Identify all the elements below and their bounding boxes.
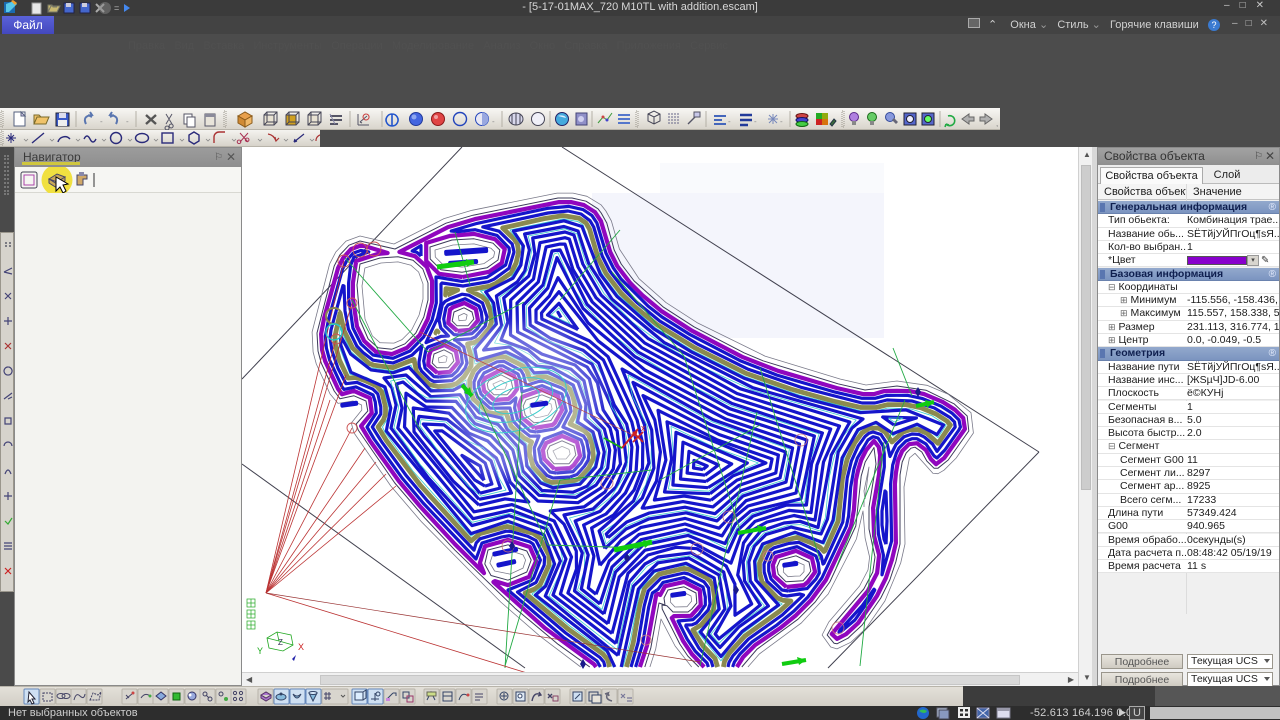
svg-text:-: - bbox=[126, 117, 129, 126]
svg-text:Y: Y bbox=[257, 646, 263, 656]
svg-text:-: - bbox=[780, 117, 783, 126]
svg-text:-: - bbox=[100, 117, 103, 126]
svg-text:Z: Z bbox=[278, 638, 283, 647]
svg-text:-: - bbox=[728, 117, 731, 126]
svg-text:-: - bbox=[492, 117, 495, 126]
svg-text:x: x bbox=[641, 423, 646, 433]
svg-text:X: X bbox=[298, 642, 304, 652]
svg-text:,: , bbox=[996, 119, 998, 128]
svg-text:-: - bbox=[754, 117, 757, 126]
